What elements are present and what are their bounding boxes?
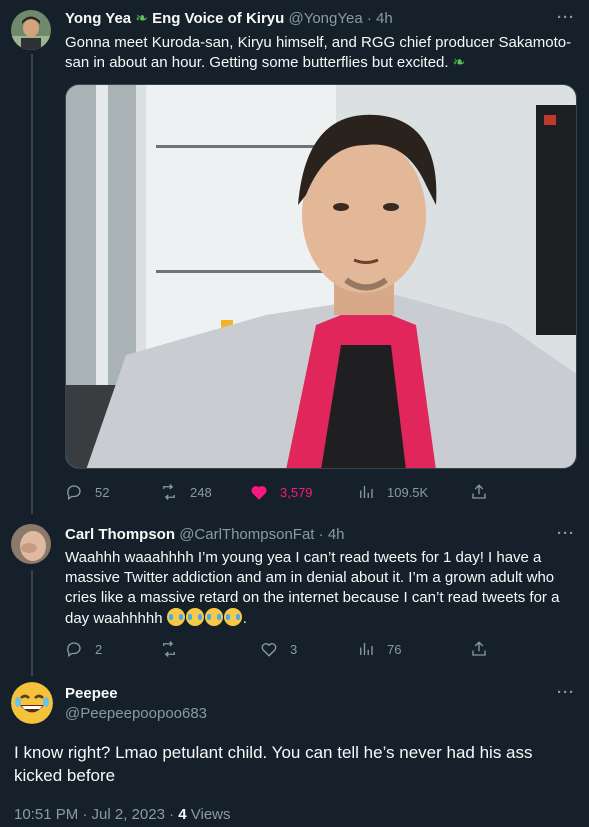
tweet-photo[interactable] [65, 84, 577, 469]
author-handle[interactable]: @CarlThompsonFat [179, 526, 314, 543]
reply-button[interactable]: 2 [65, 640, 102, 658]
dragon-emoji-icon: ❧ [452, 54, 466, 71]
main-tweet-name: Peepee [65, 684, 118, 704]
thread-line-1 [31, 54, 33, 514]
heart-icon [261, 643, 277, 657]
views-button[interactable]: 109.5K [357, 483, 428, 501]
share-icon [472, 484, 486, 499]
author-handle[interactable]: @Peepeepoopoo683 [65, 705, 207, 722]
view-count: 4 [178, 806, 187, 823]
share-button[interactable] [470, 640, 500, 658]
share-icon [472, 641, 486, 656]
crying-emoji-icon [166, 608, 185, 626]
tweet2-header: Carl Thompson @CarlThompsonFat · 4h [65, 526, 345, 543]
tweet2-text: Waahhh waaahhhh I’m young yea I can’t re… [65, 549, 560, 627]
dragon-emoji-icon: ❧ [135, 10, 148, 27]
author-name-suffix[interactable]: Eng Voice of Kiryu [152, 10, 284, 27]
author-name[interactable]: Peepee [65, 685, 118, 702]
retweet-button[interactable] [160, 640, 190, 658]
share-button[interactable] [470, 483, 500, 501]
tweet-time[interactable]: 4h [376, 10, 393, 27]
tweet-time[interactable]: 4h [328, 526, 345, 543]
tweet-timestamp: 10:51 PM · Jul 2, 2023 · 4 Views [14, 806, 231, 823]
more-options-button[interactable]: ··· [557, 525, 575, 542]
crying-emoji-icon [223, 608, 242, 626]
tweet1-header: Yong Yea ❧ Eng Voice of Kiryu @YongYea ·… [65, 10, 393, 27]
avatar-peepee[interactable] [11, 682, 53, 724]
crying-emoji-icon [185, 608, 204, 626]
more-options-button[interactable]: ··· [557, 9, 575, 26]
retweet-icon [163, 484, 175, 500]
like-button[interactable]: 3,579 [250, 483, 313, 501]
author-handle[interactable]: @YongYea [288, 10, 362, 27]
retweet-button[interactable]: 248 [160, 483, 212, 501]
views-button[interactable]: 76 [357, 640, 401, 658]
tweet1-actions: 52 248 3,579 109.5K [65, 483, 495, 503]
tweet2-actions: 2 3 76 [65, 640, 495, 660]
reply-icon [67, 642, 81, 658]
main-tweet-text: I know right? Lmao petulant child. You c… [14, 743, 533, 785]
avatar-carlthompson[interactable] [11, 524, 51, 564]
author-name[interactable]: Yong Yea [65, 10, 131, 27]
like-button[interactable]: 3 [260, 640, 297, 658]
analytics-icon [360, 643, 373, 655]
reply-button[interactable]: 52 [65, 483, 109, 501]
analytics-icon [360, 486, 373, 498]
retweet-icon [163, 641, 175, 657]
main-tweet-handle: @Peepeepoopoo683 [65, 704, 207, 724]
avatar-yongyea[interactable] [11, 10, 51, 50]
thread-line-2 [31, 570, 33, 676]
tweet1-text: Gonna meet Kuroda-san, Kiryu himself, an… [65, 34, 572, 71]
crying-emoji-icon [204, 608, 223, 626]
heart-icon [251, 486, 267, 500]
more-options-button[interactable]: ··· [557, 684, 575, 701]
reply-icon [67, 485, 81, 501]
author-name[interactable]: Carl Thompson [65, 526, 175, 543]
